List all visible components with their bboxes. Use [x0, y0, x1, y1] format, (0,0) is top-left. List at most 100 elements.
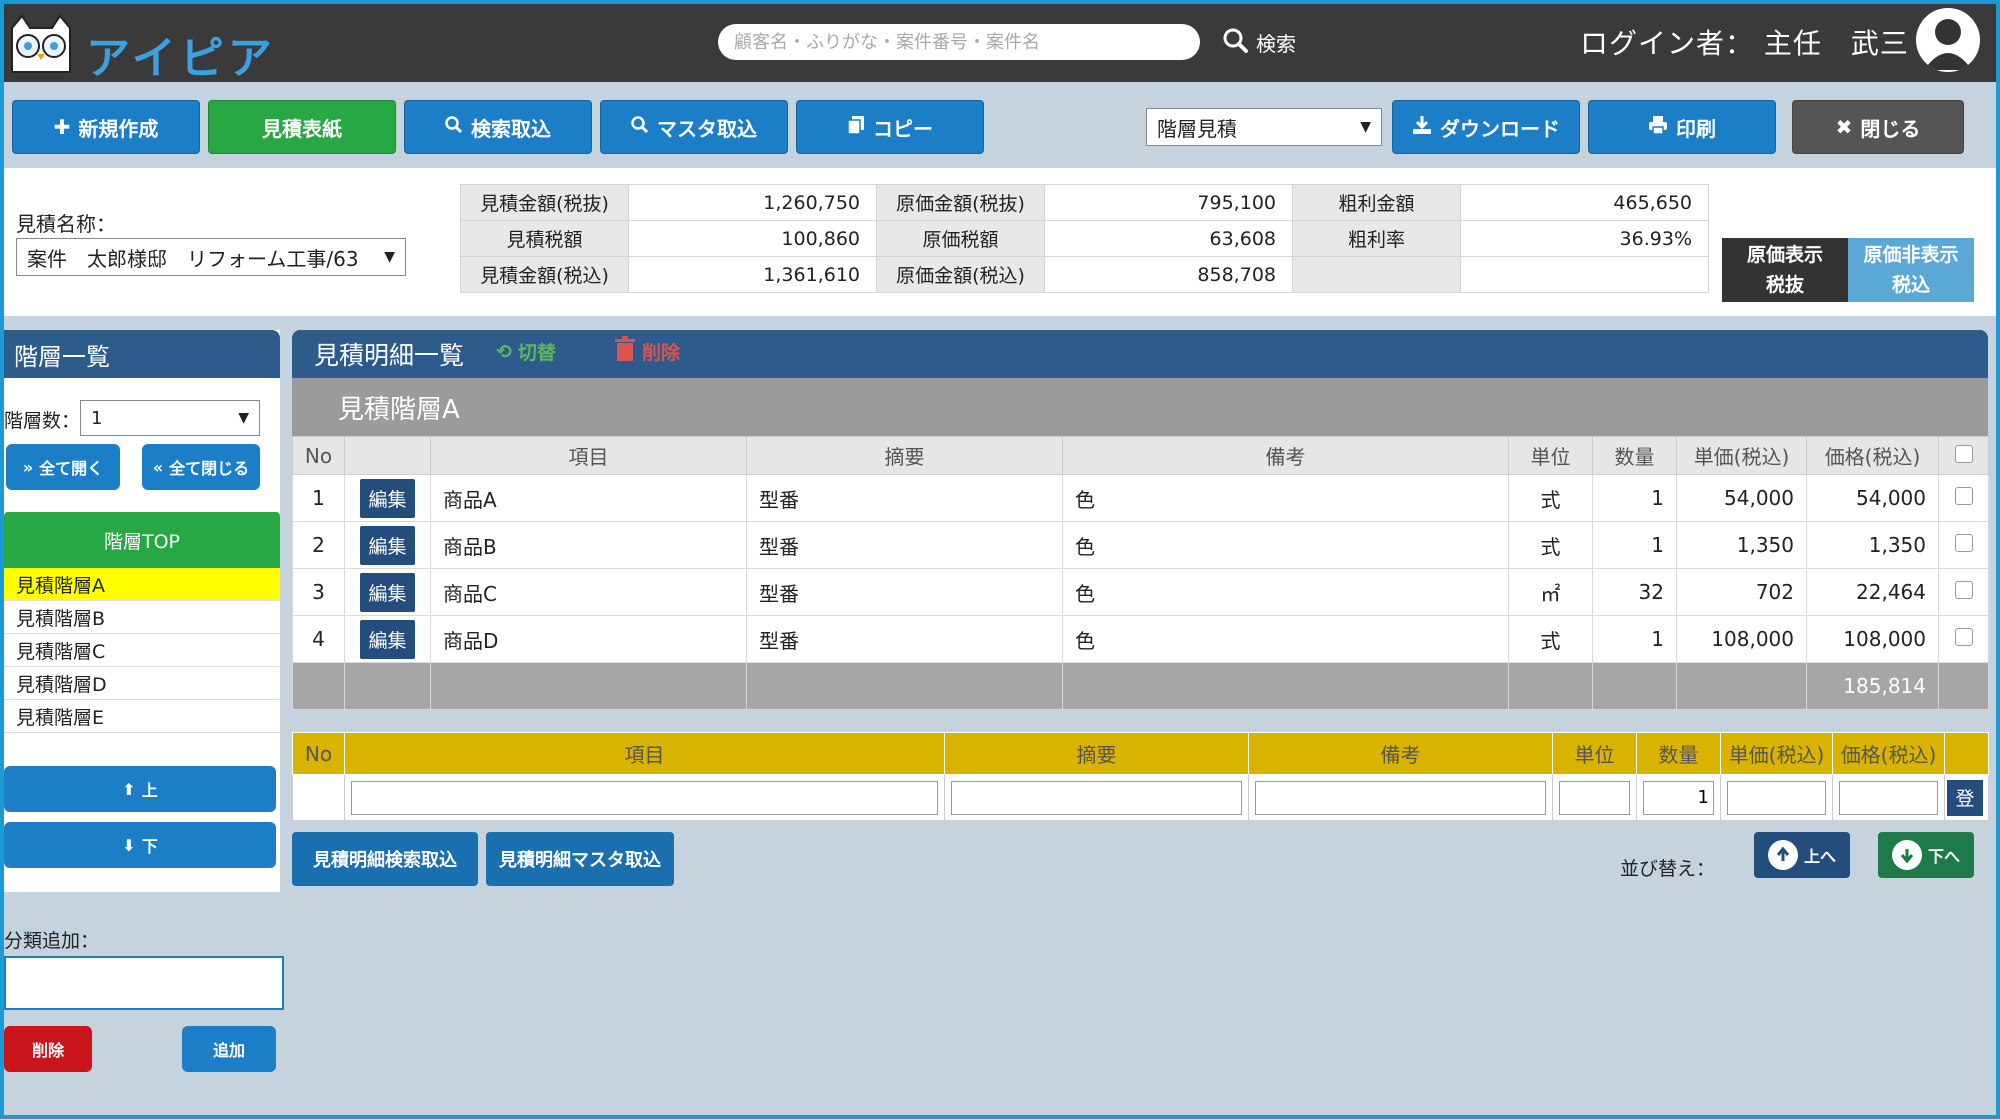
- entry-amount-input[interactable]: [1839, 780, 1938, 815]
- table-row: 2 編集 商品B 型番 色 式 1 1,350 1,350: [292, 521, 1989, 569]
- cost-hide-toggle[interactable]: 原価非表示 税込: [1848, 238, 1974, 302]
- estimate-name-select[interactable]: 案件 太郎様邸 リフォーム工事/63 ▼: [16, 238, 406, 276]
- close-label: 閉じる: [1860, 116, 1921, 141]
- expand-all-button[interactable]: » 全て開く: [6, 444, 120, 490]
- user-avatar-icon[interactable]: [1916, 8, 1980, 72]
- column-header: 単価(税込): [1676, 436, 1807, 475]
- row-amount: 108,000: [1806, 615, 1939, 663]
- row-checkbox[interactable]: [1938, 568, 1989, 616]
- print-button[interactable]: 印刷: [1588, 100, 1776, 154]
- owl-logo-icon[interactable]: [6, 14, 76, 76]
- column-header: [344, 436, 431, 475]
- tree-item[interactable]: 見積階層A: [4, 568, 280, 601]
- select-all-checkbox[interactable]: [1938, 436, 1989, 475]
- entry-column-header: 数量: [1636, 732, 1721, 775]
- levels-select[interactable]: 1 ▼: [80, 400, 260, 436]
- delete-button[interactable]: 削除: [614, 336, 680, 367]
- detail-master-import-button[interactable]: 見積明細マスタ取込: [486, 832, 674, 886]
- row-checkbox[interactable]: [1938, 615, 1989, 663]
- copy-button[interactable]: コピー: [796, 100, 984, 154]
- search-import-button[interactable]: 検索取込: [404, 100, 592, 154]
- entry-item-input[interactable]: [351, 780, 938, 815]
- row-summary: 型番: [746, 521, 1063, 569]
- move-up-button[interactable]: ⬆ 上: [4, 766, 276, 812]
- login-user: ログイン者： 主任 武三: [1580, 27, 1909, 60]
- tax-included-label: 税込: [1891, 274, 1930, 296]
- tree-item[interactable]: 見積階層C: [4, 634, 280, 667]
- tree-item[interactable]: 見積階層E: [4, 700, 280, 733]
- move-down-button[interactable]: ⬇ 下: [4, 822, 276, 868]
- format-select[interactable]: 階層見積 ▼: [1146, 108, 1382, 146]
- row-checkbox[interactable]: [1938, 521, 1989, 569]
- table-row: 1 編集 商品A 型番 色 式 1 54,000 54,000: [292, 474, 1989, 522]
- search-input[interactable]: [718, 24, 1200, 60]
- tree-item[interactable]: 見積階層B: [4, 601, 280, 634]
- column-header: 数量: [1592, 436, 1677, 475]
- estimate-name-label: 見積名称：: [16, 212, 116, 236]
- row-note: 色: [1062, 521, 1509, 569]
- search-label: 検索: [1256, 31, 1296, 56]
- detail-list-title: 見積明細一覧: [314, 341, 465, 370]
- tax-excluded-label: 税抜: [1765, 274, 1804, 296]
- entry-qty-input[interactable]: [1643, 780, 1714, 815]
- category-add-input[interactable]: [4, 956, 284, 1010]
- category-delete-button[interactable]: 削除: [4, 1026, 92, 1072]
- download-button[interactable]: ダウンロード: [1392, 100, 1580, 154]
- row-qty: 1: [1592, 521, 1677, 569]
- column-header: 単位: [1508, 436, 1593, 475]
- entry-unit-input[interactable]: [1559, 780, 1630, 815]
- summary-label: 粗利率: [1292, 220, 1461, 257]
- trash-icon: [614, 336, 636, 367]
- category-add-button[interactable]: 追加: [182, 1026, 276, 1072]
- estimate-name-value: 案件 太郎様邸 リフォーム工事/63: [27, 246, 359, 271]
- tree-top[interactable]: 階層TOP: [4, 512, 280, 568]
- table-row: 4 編集 商品D 型番 色 式 1 108,000 108,000: [292, 615, 1989, 663]
- switch-button[interactable]: ⟲ 切替: [496, 338, 556, 365]
- group-title: 見積階層A: [292, 378, 1988, 436]
- table-row: 3 編集 商品C 型番 色 ㎡ 32 702 22,464: [292, 568, 1989, 616]
- cover-button[interactable]: 見積表紙: [208, 100, 396, 154]
- row-item: 商品B: [430, 521, 747, 569]
- copy-label: コピー: [873, 116, 933, 141]
- column-header: 備考: [1062, 436, 1509, 475]
- summary-table: 見積金額(税抜) 1,260,750 原価金額(税抜) 795,100 粗利金額…: [460, 184, 1709, 293]
- sort-up-button[interactable]: 上へ: [1754, 832, 1850, 878]
- tree-item[interactable]: 見積階層D: [4, 667, 280, 700]
- entry-table: No 項目 摘要 備考 単位 数量 単価(税込) 価格(税込) 登: [292, 732, 1989, 821]
- row-checkbox[interactable]: [1938, 474, 1989, 522]
- close-button[interactable]: ✖ 閉じる: [1792, 100, 1964, 154]
- edit-button[interactable]: 編集: [360, 525, 415, 565]
- arrow-down-circle-icon: [1891, 840, 1922, 870]
- row-price: 1,350: [1676, 521, 1807, 569]
- entry-note-input[interactable]: [1255, 780, 1546, 815]
- new-button[interactable]: ✚ 新規作成: [12, 100, 200, 154]
- summary-label: 原価税額: [876, 220, 1045, 257]
- summary-label: 見積金額(税込): [460, 256, 629, 293]
- expand-all-label: 全て開く: [39, 459, 104, 478]
- row-note: 色: [1062, 474, 1509, 522]
- row-price: 54,000: [1676, 474, 1807, 522]
- edit-button[interactable]: 編集: [360, 619, 415, 659]
- summary-value: 1,361,610: [628, 256, 877, 293]
- sort-down-button[interactable]: 下へ: [1878, 832, 1974, 878]
- dropdown-arrow-icon: ▼: [384, 249, 395, 265]
- copy-icon: [847, 115, 865, 140]
- edit-button[interactable]: 編集: [360, 572, 415, 612]
- summary-label: 見積税額: [460, 220, 629, 257]
- search-button[interactable]: 検索: [1222, 24, 1296, 60]
- edit-button[interactable]: 編集: [360, 478, 415, 518]
- entry-summary-input[interactable]: [951, 780, 1242, 815]
- collapse-all-button[interactable]: « 全て閉じる: [142, 444, 260, 490]
- levels-label: 階層数：: [4, 410, 81, 432]
- row-item: 商品C: [430, 568, 747, 616]
- entry-price-input[interactable]: [1727, 780, 1826, 815]
- register-button[interactable]: 登: [1947, 779, 1983, 816]
- switch-label: 切替: [517, 342, 556, 364]
- dropdown-arrow-icon: ▼: [1360, 119, 1371, 135]
- column-header: 項目: [430, 436, 747, 475]
- cost-show-toggle[interactable]: 原価表示 税抜: [1722, 238, 1848, 302]
- entry-row: 登: [292, 774, 1989, 821]
- detail-search-import-button[interactable]: 見積明細検索取込: [292, 832, 478, 886]
- master-import-button[interactable]: マスタ取込: [600, 100, 788, 154]
- printer-icon: [1648, 115, 1668, 140]
